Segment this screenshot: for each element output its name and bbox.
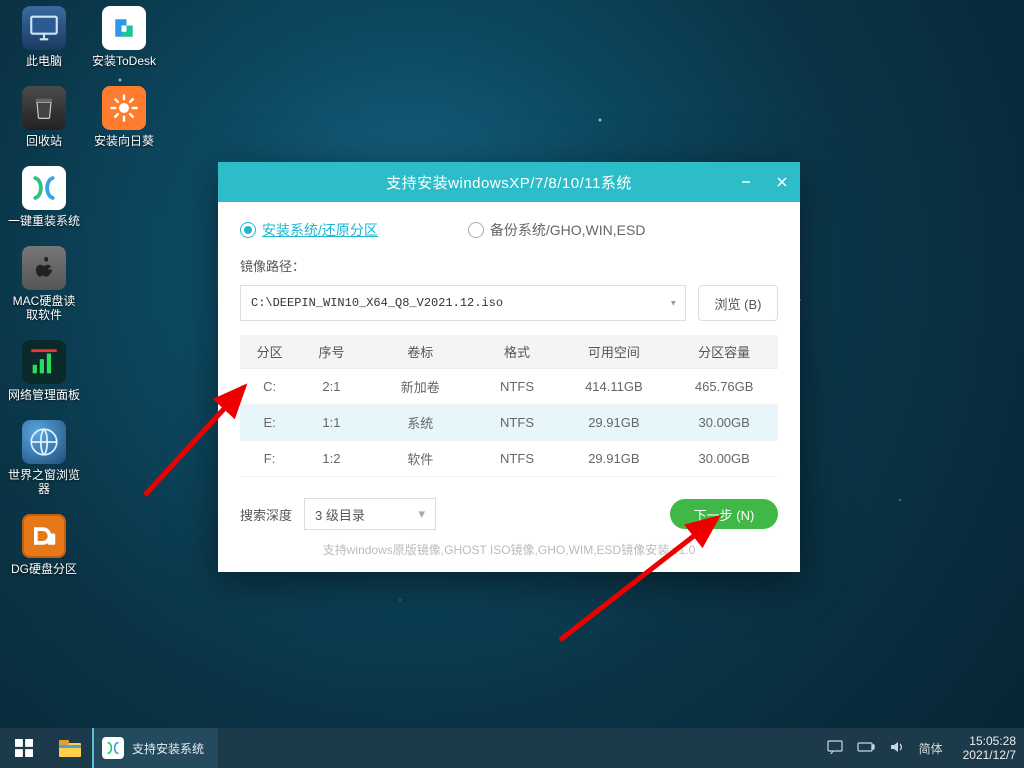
- icon-install-todesk[interactable]: 安装ToDesk: [88, 6, 160, 68]
- mirror-path-dropdown[interactable]: C:\DEEPIN_WIN10_X64_Q8_V2021.12.iso ▾: [240, 285, 686, 321]
- app-icon: [102, 737, 124, 759]
- icon-label: 回收站: [26, 134, 62, 148]
- radio-backup[interactable]: 备份系统/GHO,WIN,ESD: [468, 220, 646, 240]
- col-volume: 卷标: [364, 335, 477, 369]
- icon-reinstall-system[interactable]: 一键重装系统: [8, 166, 80, 228]
- desktop: 此电脑 回收站 一键重装系统 MAC硬盘读取软件 网络管理面板: [0, 0, 1024, 768]
- icon-recycle-bin[interactable]: 回收站: [8, 86, 80, 148]
- icon-label: DG硬盘分区: [11, 562, 77, 576]
- col-free: 可用空间: [557, 335, 670, 369]
- dialog-title: 支持安装windowsXP/7/8/10/11系统: [386, 172, 632, 193]
- table-row[interactable]: F: 1:2 软件 NTFS 29.91GB 30.00GB: [240, 441, 778, 477]
- ime-indicator[interactable]: 简体: [919, 740, 943, 757]
- dialog-bottom-row: 搜索深度 3 级目录 ▾ 下一步 (N): [240, 498, 778, 530]
- icon-this-pc[interactable]: 此电脑: [8, 6, 80, 68]
- icon-network-panel[interactable]: 网络管理面板: [8, 340, 80, 402]
- mirror-path-value: C:\DEEPIN_WIN10_X64_Q8_V2021.12.iso: [251, 296, 503, 310]
- reinstall-icon: [22, 166, 66, 210]
- radio-install-restore[interactable]: 安装系统/还原分区: [240, 220, 378, 240]
- col-capacity: 分区容量: [670, 335, 778, 369]
- windows-icon: [15, 739, 33, 757]
- trash-icon: [22, 86, 66, 130]
- monitor-icon: [22, 6, 66, 50]
- icon-label: 此电脑: [26, 54, 62, 68]
- icon-theworld-browser[interactable]: 世界之窗浏览器: [8, 420, 80, 496]
- todesk-icon: [102, 6, 146, 50]
- dg-icon: [22, 514, 66, 558]
- battery-icon[interactable]: [857, 741, 875, 756]
- folder-icon: [58, 738, 82, 758]
- browse-button[interactable]: 浏览 (B): [698, 285, 778, 321]
- sunflower-icon: [102, 86, 146, 130]
- radio-dot-icon: [468, 222, 484, 238]
- clock-date: 2021/12/7: [963, 748, 1016, 762]
- globe-icon: [22, 420, 66, 464]
- taskbar-app-button[interactable]: 支持安装系统: [92, 728, 218, 768]
- dialog-footnote: 支持windows原版镜像,GHOST ISO镜像,GHO,WIM,ESD镜像安…: [218, 541, 800, 558]
- icon-label: 一键重装系统: [8, 214, 80, 228]
- taskbar: 支持安装系统 简体 15:05:28 2021/12/7: [0, 728, 1024, 768]
- radio-dot-icon: [240, 222, 256, 238]
- install-dialog: 支持安装windowsXP/7/8/10/11系统 安装系统/还原分区 备份系统…: [218, 162, 800, 572]
- apple-icon: [22, 246, 66, 290]
- action-center-icon[interactable]: [827, 740, 843, 757]
- radio-label: 备份系统/GHO,WIN,ESD: [490, 220, 646, 240]
- icon-install-sunlogin[interactable]: 安装向日葵: [88, 86, 160, 148]
- desktop-icons-col1: 此电脑 回收站 一键重装系统 MAC硬盘读取软件 网络管理面板: [8, 6, 80, 576]
- radio-label: 安装系统/还原分区: [262, 220, 378, 240]
- search-depth-dropdown[interactable]: 3 级目录 ▾: [304, 498, 436, 530]
- start-button[interactable]: [0, 728, 48, 768]
- clock-time: 15:05:28: [963, 734, 1016, 748]
- icon-label: 安装向日葵: [94, 134, 154, 148]
- volume-icon[interactable]: [889, 740, 905, 757]
- icon-label: MAC硬盘读取软件: [8, 294, 80, 322]
- dialog-titlebar[interactable]: 支持安装windowsXP/7/8/10/11系统: [218, 162, 800, 202]
- table-row[interactable]: E: 1:1 系统 NTFS 29.91GB 30.00GB: [240, 405, 778, 441]
- col-partition: 分区: [240, 335, 299, 369]
- col-format: 格式: [477, 335, 558, 369]
- table-row[interactable]: C: 2:1 新加卷 NTFS 414.11GB 465.76GB: [240, 369, 778, 405]
- icon-mac-disk-reader[interactable]: MAC硬盘读取软件: [8, 246, 80, 322]
- next-button[interactable]: 下一步 (N): [670, 499, 778, 529]
- icon-label: 世界之窗浏览器: [8, 468, 80, 496]
- chevron-down-icon: ▾: [670, 296, 677, 311]
- col-index: 序号: [299, 335, 364, 369]
- network-panel-icon: [22, 340, 66, 384]
- icon-label: 安装ToDesk: [92, 54, 156, 68]
- mode-radio-row: 安装系统/还原分区 备份系统/GHO,WIN,ESD: [240, 220, 778, 240]
- minimize-button[interactable]: [728, 162, 764, 202]
- chevron-down-icon: ▾: [418, 506, 425, 522]
- system-tray: 简体 15:05:28 2021/12/7: [827, 728, 1024, 768]
- search-depth-value: 3 级目录: [315, 505, 365, 524]
- close-button[interactable]: [764, 162, 800, 202]
- taskbar-clock[interactable]: 15:05:28 2021/12/7: [957, 734, 1016, 762]
- partition-table: 分区 序号 卷标 格式 可用空间 分区容量 C: 2:1 新加卷 NTFS 41…: [240, 335, 778, 477]
- icon-label: 网络管理面板: [8, 388, 80, 402]
- icon-dg-partition[interactable]: DG硬盘分区: [8, 514, 80, 576]
- search-depth-label: 搜索深度: [240, 505, 292, 524]
- mirror-path-label: 镜像路径：: [240, 256, 778, 275]
- taskbar-app-label: 支持安装系统: [132, 740, 204, 757]
- file-explorer-button[interactable]: [48, 728, 92, 768]
- desktop-icons-col2: 安装ToDesk 安装向日葵: [88, 6, 160, 148]
